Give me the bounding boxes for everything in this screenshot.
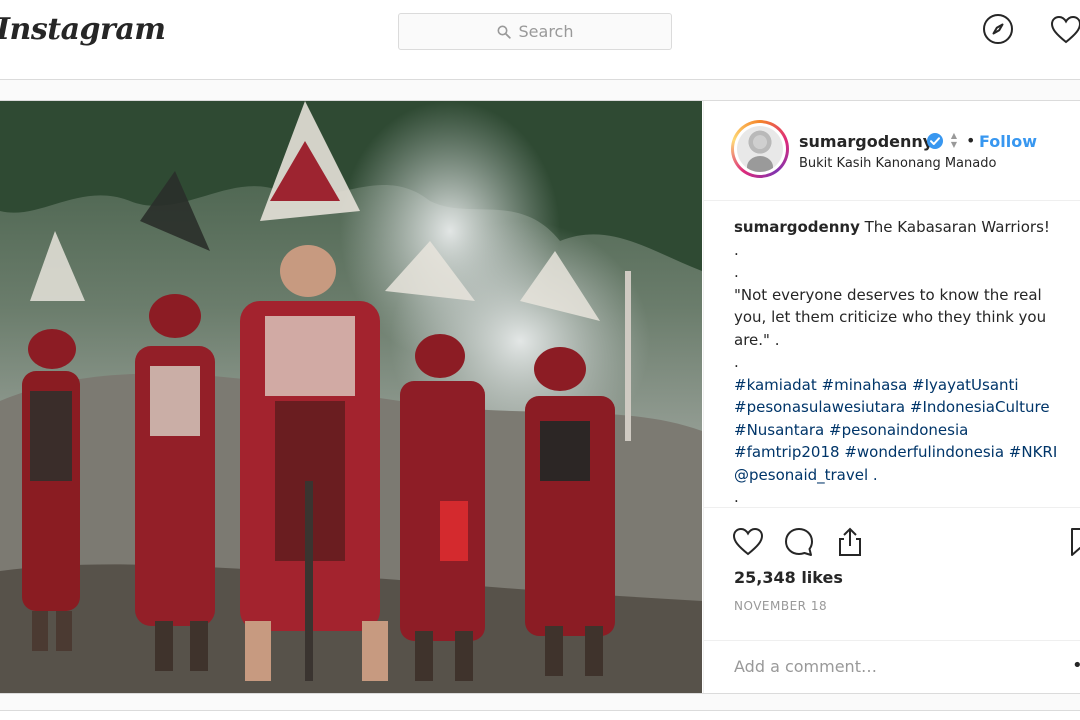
avatar-ring-inner — [734, 123, 786, 175]
caption-first-line: sumargodenny The Kabasaran Warriors! — [734, 216, 1074, 239]
comment-icon[interactable] — [783, 526, 815, 558]
post-caption: sumargodenny The Kabasaran Warriors! . .… — [734, 216, 1074, 509]
post-sidebar: sumargodenny ▲ ▼ • Follow Bukit Kasih Kan… — [703, 101, 1080, 693]
post-photo[interactable] — [0, 101, 702, 693]
bottom-divider — [0, 710, 1080, 720]
heart-icon[interactable] — [1050, 14, 1080, 46]
post-card: sumargodenny ▲ ▼ • Follow Bukit Kasih Kan… — [0, 100, 1080, 694]
caption-title: The Kabasaran Warriors! — [864, 218, 1050, 236]
heart-icon[interactable] — [732, 526, 764, 558]
caption-dot: . — [734, 488, 739, 506]
search-box[interactable]: Search — [398, 13, 672, 50]
post-actions: 25,348 likes NOVEMBER 18 Add a comment… … — [704, 507, 1080, 693]
post-date: NOVEMBER 18 — [734, 599, 828, 613]
caption-hashtags[interactable]: #kamiadat #minahasa #IyayatUsanti #peson… — [734, 374, 1074, 487]
post-header: sumargodenny ▲ ▼ • Follow Bukit Kasih Kan… — [704, 101, 1080, 201]
add-comment-bar: Add a comment… • — [704, 640, 1080, 694]
caption-dot: . — [734, 353, 739, 371]
post-username[interactable]: sumargodenny — [799, 132, 933, 151]
scroll-arrows-icon: ▲ ▼ — [950, 131, 958, 149]
instagram-logo[interactable]: Instagram — [0, 12, 166, 47]
search-placeholder: Search — [518, 22, 574, 41]
top-nav-bar: Instagram Search — [0, 0, 1080, 80]
avatar[interactable] — [731, 120, 789, 178]
caption-dot: . — [734, 263, 739, 281]
avatar-image — [737, 126, 783, 172]
more-options-button[interactable]: • — [1072, 655, 1080, 676]
caption-username[interactable]: sumargodenny — [734, 218, 860, 236]
comment-input[interactable]: Add a comment… — [734, 657, 877, 676]
search-icon — [497, 25, 511, 39]
separator-dot: • — [966, 131, 976, 150]
compass-icon[interactable] — [982, 13, 1014, 45]
share-icon[interactable] — [834, 526, 866, 558]
caption-quote: "Not everyone deserves to know the real … — [734, 285, 1047, 349]
bookmark-icon[interactable] — [1068, 526, 1080, 558]
follow-button[interactable]: Follow — [979, 132, 1037, 151]
caption-dot: . — [734, 240, 739, 259]
likes-count[interactable]: 25,348 likes — [734, 568, 843, 587]
verified-badge-icon — [927, 133, 943, 149]
post-location[interactable]: Bukit Kasih Kanonang Manado — [799, 156, 996, 171]
warriors-photo — [0, 101, 702, 693]
